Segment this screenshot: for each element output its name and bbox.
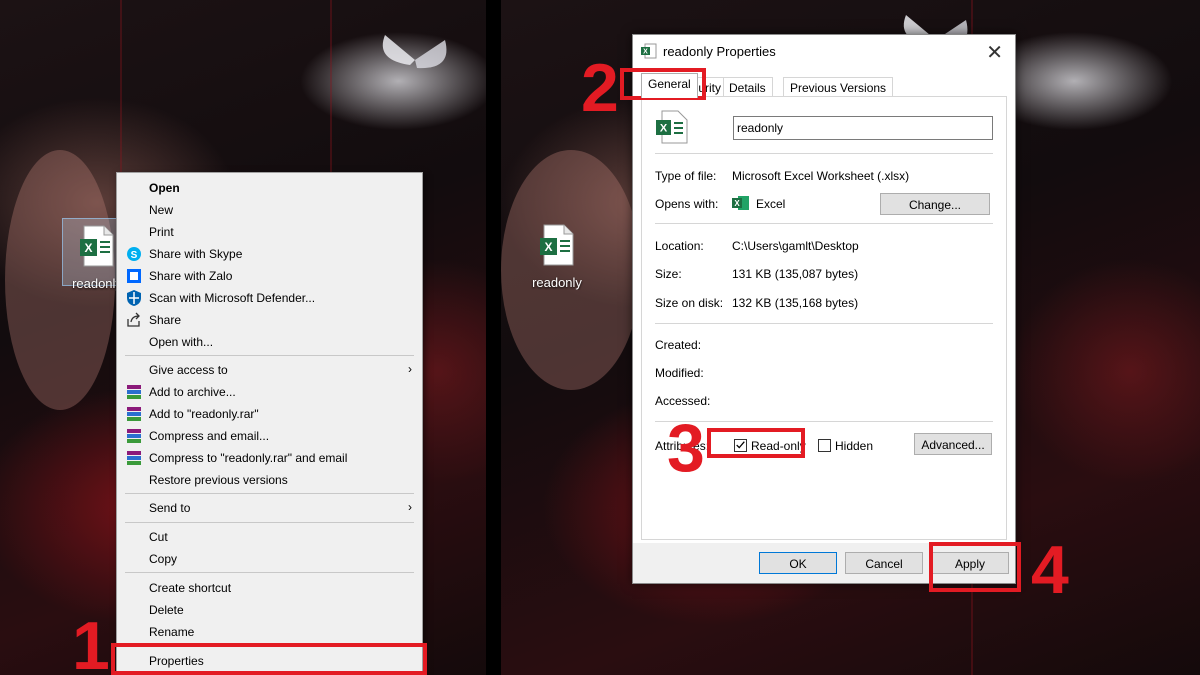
section-divider (655, 323, 993, 324)
panel-divider (486, 0, 501, 675)
properties-dialog: X readonly Properties ✕ Previous Version… (632, 34, 1016, 584)
step4-number: 4 (1031, 532, 1069, 608)
left-screenshot-panel: X readonly Open New Print S Share with S… (0, 0, 486, 675)
accessed-label: Accessed: (655, 394, 711, 408)
location-value: C:\Users\gamlt\Desktop (732, 239, 859, 253)
chevron-right-icon: › (408, 500, 412, 514)
menu-item-scan-defender[interactable]: Scan with Microsoft Defender... (117, 287, 422, 309)
menu-item-add-archive[interactable]: Add to archive... (117, 381, 422, 403)
dialog-title-bar[interactable]: X readonly Properties ✕ (633, 35, 1015, 67)
svg-text:X: X (84, 241, 92, 255)
menu-separator (125, 522, 414, 523)
menu-item-compress-rar-email[interactable]: Compress to "readonly.rar" and email (117, 447, 422, 469)
menu-item-share-zalo[interactable]: Share with Zalo (117, 265, 422, 287)
modified-label: Modified: (655, 366, 704, 380)
section-divider (655, 153, 993, 154)
section-divider (655, 421, 993, 422)
excel-file-icon: X (540, 224, 574, 266)
menu-item-cut[interactable]: Cut (117, 526, 422, 548)
winrar-icon (127, 451, 141, 465)
share-icon (127, 312, 140, 327)
tab-details[interactable]: Details (722, 77, 773, 98)
menu-item-give-access[interactable]: Give access to › (117, 359, 422, 381)
excel-small-icon: X (641, 43, 657, 59)
svg-text:X: X (734, 199, 740, 208)
butterfly-graphic (382, 35, 447, 69)
ok-button[interactable]: OK (759, 552, 837, 574)
hidden-checkbox[interactable] (818, 439, 831, 452)
file-name-input[interactable] (733, 116, 993, 140)
step3-number: 3 (667, 410, 705, 486)
size-on-disk-value: 132 KB (135,168 bytes) (732, 296, 859, 310)
winrar-icon (127, 407, 141, 421)
svg-text:X: X (660, 123, 668, 135)
tab-general[interactable]: General (641, 73, 698, 98)
winrar-icon (127, 429, 141, 443)
menu-item-create-shortcut[interactable]: Create shortcut (117, 577, 422, 599)
size-label: Size: (655, 267, 682, 281)
step2-number: 2 (581, 50, 619, 126)
defender-shield-icon (127, 290, 141, 306)
created-label: Created: (655, 338, 702, 352)
opens-with-value: Excel (756, 197, 786, 211)
winrar-icon (127, 385, 141, 399)
menu-item-send-to[interactable]: Send to › (117, 497, 422, 519)
menu-item-delete[interactable]: Delete (117, 599, 422, 621)
step1-number: 1 (72, 608, 110, 675)
dialog-title: readonly Properties (663, 44, 776, 59)
menu-item-restore-versions[interactable]: Restore previous versions (117, 469, 422, 491)
context-menu: Open New Print S Share with Skype Share … (116, 172, 423, 675)
zalo-icon (127, 269, 141, 283)
desktop-file-label: readonly (532, 275, 582, 290)
right-screenshot-panel: X readonly X readonly Properties ✕ Previ… (501, 0, 1200, 675)
menu-item-rename[interactable]: Rename (117, 621, 422, 643)
advanced-button[interactable]: Advanced... (914, 433, 992, 455)
menu-item-share-skype[interactable]: S Share with Skype (117, 243, 422, 265)
type-value: Microsoft Excel Worksheet (.xlsx) (732, 169, 910, 183)
step4-highlight-box (929, 542, 1021, 592)
menu-separator (125, 572, 414, 573)
size-value: 131 KB (135,087 bytes) (732, 267, 859, 281)
cancel-button[interactable]: Cancel (845, 552, 923, 574)
tab-previous-versions[interactable]: Previous Versions (783, 77, 894, 98)
size-on-disk-label: Size on disk: (655, 296, 724, 310)
change-button[interactable]: Change... (880, 193, 990, 215)
section-divider (655, 223, 993, 224)
close-icon[interactable]: ✕ (986, 40, 1003, 65)
menu-item-compress-email[interactable]: Compress and email... (117, 425, 422, 447)
location-label: Location: (655, 239, 704, 253)
menu-separator (125, 355, 414, 356)
step3-highlight-box (707, 428, 805, 458)
hidden-label: Hidden (835, 439, 874, 453)
svg-text:X: X (544, 240, 552, 254)
svg-text:S: S (131, 250, 138, 261)
skype-icon: S (127, 247, 141, 261)
type-label: Type of file: (655, 169, 717, 183)
chevron-right-icon: › (408, 362, 412, 376)
excel-file-icon: X (80, 225, 114, 267)
menu-item-share[interactable]: Share (117, 309, 422, 331)
excel-file-icon: X (656, 110, 688, 144)
svg-text:X: X (643, 49, 648, 56)
menu-item-add-rar[interactable]: Add to "readonly.rar" (117, 403, 422, 425)
step1-highlight-box (111, 643, 427, 675)
opens-with-label: Opens with: (655, 197, 719, 211)
menu-item-print[interactable]: Print (117, 221, 422, 243)
menu-item-new[interactable]: New (117, 199, 422, 221)
menu-item-open[interactable]: Open (117, 177, 422, 199)
menu-item-copy[interactable]: Copy (117, 548, 422, 570)
excel-app-icon: X (732, 196, 749, 210)
menu-separator (125, 493, 414, 494)
menu-item-open-with[interactable]: Open with... (117, 331, 422, 353)
desktop-file-readonly[interactable]: X readonly (523, 218, 591, 290)
